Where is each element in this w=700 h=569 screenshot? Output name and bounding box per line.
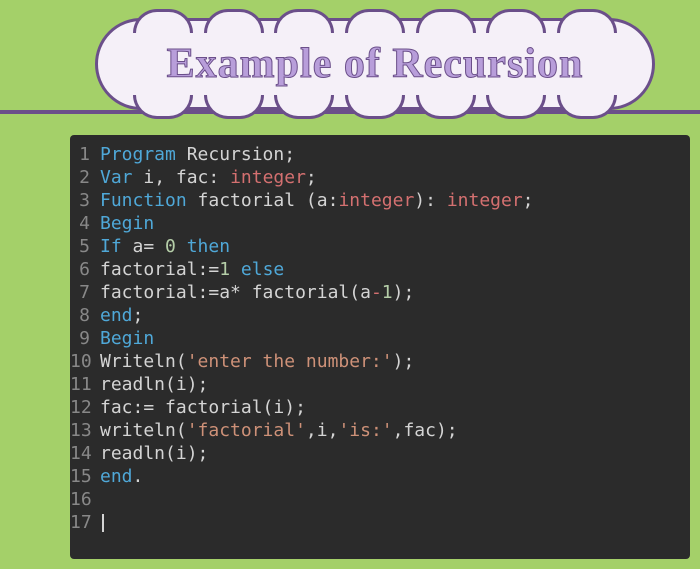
code-content: If a= 0 then xyxy=(100,235,230,258)
code-line: 7factorial:=a* factorial(a-1); xyxy=(70,281,690,304)
line-number: 15 xyxy=(70,465,100,488)
line-number: 16 xyxy=(70,488,100,511)
code-content: end. xyxy=(100,465,143,488)
code-line: 13writeln('factorial',i,'is:',fac); xyxy=(70,419,690,442)
code-line: 8end; xyxy=(70,304,690,327)
line-number: 14 xyxy=(70,442,100,465)
code-content: Program Recursion; xyxy=(100,143,295,166)
code-content xyxy=(100,511,104,534)
line-number: 5 xyxy=(70,235,100,258)
line-number: 12 xyxy=(70,396,100,419)
code-content: Begin xyxy=(100,327,154,350)
line-number: 7 xyxy=(70,281,100,304)
code-content: Function factorial (a:integer): integer; xyxy=(100,189,534,212)
line-number: 3 xyxy=(70,189,100,212)
code-content: end; xyxy=(100,304,143,327)
code-content: readln(i); xyxy=(100,442,208,465)
code-line: 14readln(i); xyxy=(70,442,690,465)
line-number: 17 xyxy=(70,511,100,534)
code-line: 16 xyxy=(70,488,690,511)
code-line: 10Writeln('enter the number:'); xyxy=(70,350,690,373)
code-content: Begin xyxy=(100,212,154,235)
page-title: Example of Recursion xyxy=(167,40,584,88)
code-line: 6factorial:=1 else xyxy=(70,258,690,281)
code-content: Writeln('enter the number:'); xyxy=(100,350,414,373)
line-number: 1 xyxy=(70,143,100,166)
code-line: 5If a= 0 then xyxy=(70,235,690,258)
code-content: readln(i); xyxy=(100,373,208,396)
code-content: writeln('factorial',i,'is:',fac); xyxy=(100,419,458,442)
code-content: factorial:=1 else xyxy=(100,258,284,281)
code-line: 9Begin xyxy=(70,327,690,350)
title-bubble: Example of Recursion xyxy=(95,18,655,110)
code-content: fac:= factorial(i); xyxy=(100,396,306,419)
line-number: 9 xyxy=(70,327,100,350)
code-editor[interactable]: 1Program Recursion;2Var i, fac: integer;… xyxy=(70,135,690,559)
line-number: 2 xyxy=(70,166,100,189)
line-number: 6 xyxy=(70,258,100,281)
line-number: 10 xyxy=(70,350,100,373)
code-content: factorial:=a* factorial(a-1); xyxy=(100,281,414,304)
line-number: 8 xyxy=(70,304,100,327)
code-content: Var i, fac: integer; xyxy=(100,166,317,189)
code-line: 15end. xyxy=(70,465,690,488)
code-line: 1Program Recursion; xyxy=(70,143,690,166)
cursor xyxy=(102,514,104,532)
code-line: 4Begin xyxy=(70,212,690,235)
line-number: 4 xyxy=(70,212,100,235)
code-line: 12fac:= factorial(i); xyxy=(70,396,690,419)
line-number: 11 xyxy=(70,373,100,396)
code-line: 2Var i, fac: integer; xyxy=(70,166,690,189)
code-line: 17 xyxy=(70,511,690,534)
code-line: 3Function factorial (a:integer): integer… xyxy=(70,189,690,212)
line-number: 13 xyxy=(70,419,100,442)
code-line: 11readln(i); xyxy=(70,373,690,396)
